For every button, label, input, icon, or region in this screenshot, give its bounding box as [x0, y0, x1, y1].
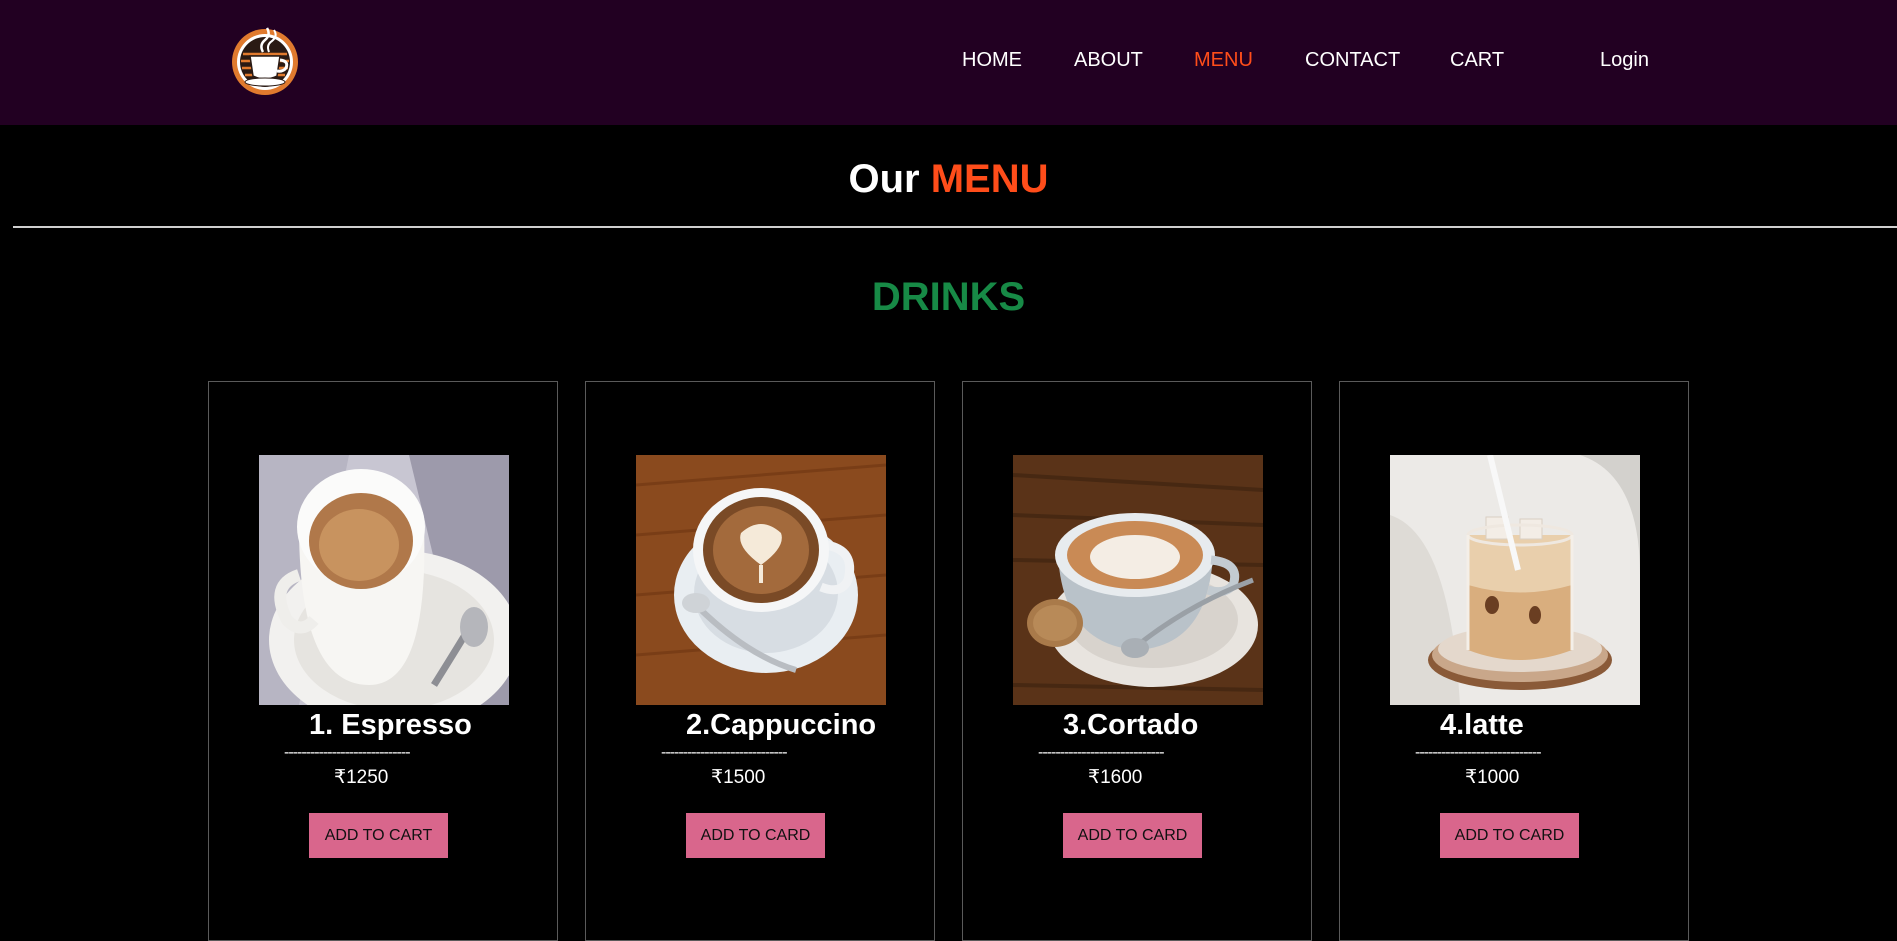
cortado-photo [1013, 455, 1263, 705]
product-name: 2.Cappuccino [686, 709, 877, 741]
navbar: HOME ABOUT MENU CONTACT CART Login [0, 0, 1897, 125]
nav-menu-link[interactable]: MENU [1194, 48, 1253, 72]
product-name: 3.Cortado [1063, 709, 1199, 741]
product-divider: ----------------------------- [1038, 744, 1165, 761]
product-divider: ----------------------------- [284, 744, 411, 761]
nav-cart-link[interactable]: CART [1450, 48, 1504, 72]
nav-home-link[interactable]: HOME [962, 48, 1022, 72]
page-title-accent: MENU [930, 157, 1049, 201]
add-to-card-button[interactable]: ADD TO CARD [1063, 813, 1202, 858]
add-to-cart-button[interactable]: ADD TO CART [309, 813, 448, 858]
product-name: 4.latte [1440, 709, 1524, 741]
product-name: 1. Espresso [309, 709, 472, 741]
product-divider: ----------------------------- [661, 744, 788, 761]
section-heading-drinks: DRINKS [871, 275, 1026, 319]
product-divider: ----------------------------- [1415, 744, 1542, 761]
product-card: 4.latte ----------------------------- ₹1… [1339, 381, 1689, 941]
nav-contact-link[interactable]: CONTACT [1305, 48, 1400, 72]
espresso-photo [259, 455, 509, 705]
product-card: 2.Cappuccino ---------------------------… [585, 381, 935, 941]
page-title-prefix: Our [848, 157, 920, 201]
product-price: ₹1600 [1088, 767, 1143, 788]
nav-about-link[interactable]: ABOUT [1074, 48, 1143, 72]
page-title: Our MENU [0, 155, 1897, 203]
coffee-cup-logo[interactable] [226, 24, 304, 96]
add-to-card-button[interactable]: ADD TO CARD [686, 813, 825, 858]
cappuccino-photo [636, 455, 886, 705]
title-divider [13, 226, 1897, 228]
add-to-card-button[interactable]: ADD TO CARD [1440, 813, 1579, 858]
product-card: 1. Espresso ----------------------------… [208, 381, 558, 941]
product-price: ₹1000 [1465, 767, 1520, 788]
product-card: 3.Cortado ----------------------------- … [962, 381, 1312, 941]
login-link[interactable]: Login [1600, 48, 1649, 72]
product-price: ₹1500 [711, 767, 766, 788]
product-price: ₹1250 [334, 767, 389, 788]
latte-photo [1390, 455, 1640, 705]
